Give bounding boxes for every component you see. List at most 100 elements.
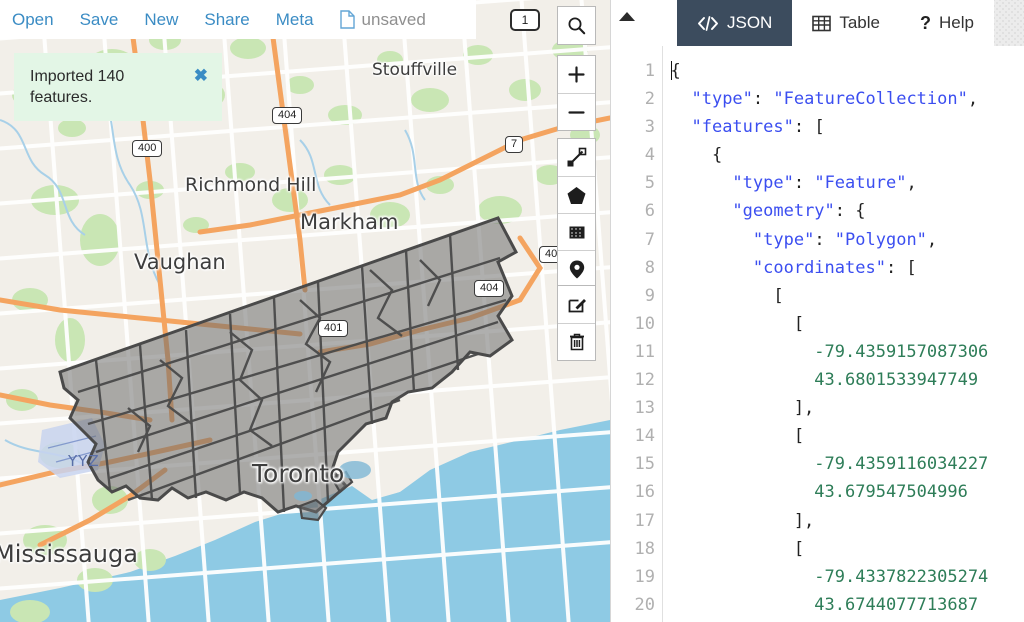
- code-line: 43.6744077713687: [671, 591, 1024, 619]
- code-token-punct: : [: [886, 258, 917, 278]
- minus-icon[interactable]: [558, 93, 595, 130]
- document-icon: [340, 10, 355, 29]
- code-line: -79.4359157087306: [671, 338, 1024, 366]
- json-code-editor[interactable]: 123456789101112131415161718192021 { "typ…: [611, 46, 1024, 622]
- search-icon[interactable]: [558, 7, 595, 44]
- map-pane[interactable]: StouffvilleRichmond HillMarkhamVaughanTo…: [0, 0, 610, 622]
- code-token-key: "geometry": [732, 201, 834, 221]
- line-icon[interactable]: [558, 139, 595, 176]
- code-token-punct: ,: [906, 173, 916, 193]
- line-number: 4: [611, 141, 655, 169]
- trash-icon[interactable]: [558, 323, 595, 360]
- code-token-punct: [671, 201, 732, 221]
- code-line: -79.4337822305274: [671, 563, 1024, 591]
- code-line: 43.6801533947749: [671, 366, 1024, 394]
- current-file-chip[interactable]: unsaved: [340, 10, 426, 30]
- data-editor-pane: JSON Table ? Help 1234567891011121314151…: [610, 0, 1024, 622]
- json-code-text[interactable]: { "type": "FeatureCollection", "features…: [663, 46, 1024, 622]
- tab-help[interactable]: ? Help: [900, 0, 994, 46]
- code-line: "geometry": {: [671, 197, 1024, 225]
- share-button[interactable]: Share: [204, 10, 249, 30]
- rectangle-icon[interactable]: [558, 213, 595, 250]
- file-name-label: unsaved: [362, 10, 426, 30]
- code-token-punct: [: [671, 539, 804, 559]
- code-line: "type": "Polygon",: [671, 226, 1024, 254]
- code-line: "type": "FeatureCollection",: [671, 85, 1024, 113]
- line-number: 17: [611, 507, 655, 535]
- map-search-control: [557, 6, 596, 45]
- code-line: "features": [: [671, 113, 1024, 141]
- code-token-num: -79.4337822305274: [814, 567, 988, 587]
- save-button[interactable]: Save: [80, 10, 119, 30]
- code-token-punct: [671, 370, 814, 390]
- code-token-punct: [671, 230, 753, 250]
- line-number: 20: [611, 591, 655, 619]
- map-edit-control: [557, 285, 596, 361]
- line-number: 7: [611, 226, 655, 254]
- map-marker-shield-1[interactable]: 1: [510, 9, 540, 31]
- editor-tabbar: JSON Table ? Help: [611, 0, 1024, 46]
- line-number: 19: [611, 563, 655, 591]
- line-number: 1: [611, 57, 655, 85]
- code-token-punct: :: [814, 230, 834, 250]
- code-line: -79.4359116034227: [671, 450, 1024, 478]
- code-icon: [697, 16, 719, 31]
- code-token-punct: ,: [968, 89, 978, 109]
- code-token-punct: {: [671, 145, 722, 165]
- code-token-punct: [671, 173, 732, 193]
- plus-icon[interactable]: [558, 56, 595, 93]
- close-icon[interactable]: ✖: [194, 67, 208, 84]
- line-number: 9: [611, 282, 655, 310]
- code-token-num: 43.6801533947749: [814, 370, 978, 390]
- line-number: 16: [611, 478, 655, 506]
- line-number: 6: [611, 197, 655, 225]
- tab-table-label: Table: [839, 13, 880, 33]
- line-number: 18: [611, 535, 655, 563]
- code-token-punct: [: [671, 314, 804, 334]
- code-line: [: [671, 282, 1024, 310]
- line-number: 10: [611, 310, 655, 338]
- code-token-punct: [: [671, 286, 784, 306]
- table-icon: [812, 15, 831, 32]
- code-line: [: [671, 422, 1024, 450]
- open-button[interactable]: Open: [12, 10, 54, 30]
- code-token-punct: :: [794, 173, 814, 193]
- code-line: {: [671, 141, 1024, 169]
- collapse-triangle-icon[interactable]: [619, 12, 635, 21]
- code-token-punct: [671, 117, 691, 137]
- tab-json-label: JSON: [727, 13, 772, 33]
- code-token-str: "FeatureCollection": [773, 89, 967, 109]
- code-token-punct: [671, 454, 814, 474]
- code-token-key: "type": [691, 89, 752, 109]
- meta-button[interactable]: Meta: [276, 10, 314, 30]
- import-notification: Imported 140 features. ✖: [14, 53, 222, 121]
- edit-square-icon[interactable]: [558, 286, 595, 323]
- code-token-punct: [671, 482, 814, 502]
- line-number: 13: [611, 394, 655, 422]
- code-token-punct: {: [671, 61, 681, 81]
- tab-json[interactable]: JSON: [677, 0, 792, 46]
- code-token-punct: [: [671, 426, 804, 446]
- code-token-num: 43.6744077713687: [814, 595, 978, 615]
- geojson-editor-app: StouffvilleRichmond HillMarkhamVaughanTo…: [0, 0, 1024, 622]
- code-line: 43.679547504996: [671, 478, 1024, 506]
- code-token-key: "features": [691, 117, 793, 137]
- code-token-str: "Polygon": [835, 230, 927, 250]
- code-line: [: [671, 310, 1024, 338]
- line-number: 3: [611, 113, 655, 141]
- map-zoom-control: [557, 55, 596, 131]
- polygon-icon[interactable]: [558, 176, 595, 213]
- code-line: ],: [671, 507, 1024, 535]
- map-pin-icon[interactable]: [558, 250, 595, 287]
- code-line: ],: [671, 394, 1024, 422]
- new-button[interactable]: New: [144, 10, 178, 30]
- line-number: 11: [611, 338, 655, 366]
- code-token-punct: [671, 89, 691, 109]
- tab-table[interactable]: Table: [792, 0, 900, 46]
- line-number: 15: [611, 450, 655, 478]
- code-token-punct: : {: [835, 201, 866, 221]
- code-token-key: "coordinates": [753, 258, 886, 278]
- code-token-num: -79.4359157087306: [814, 342, 988, 362]
- code-token-num: 43.679547504996: [814, 482, 968, 502]
- tab-help-label: Help: [939, 13, 974, 33]
